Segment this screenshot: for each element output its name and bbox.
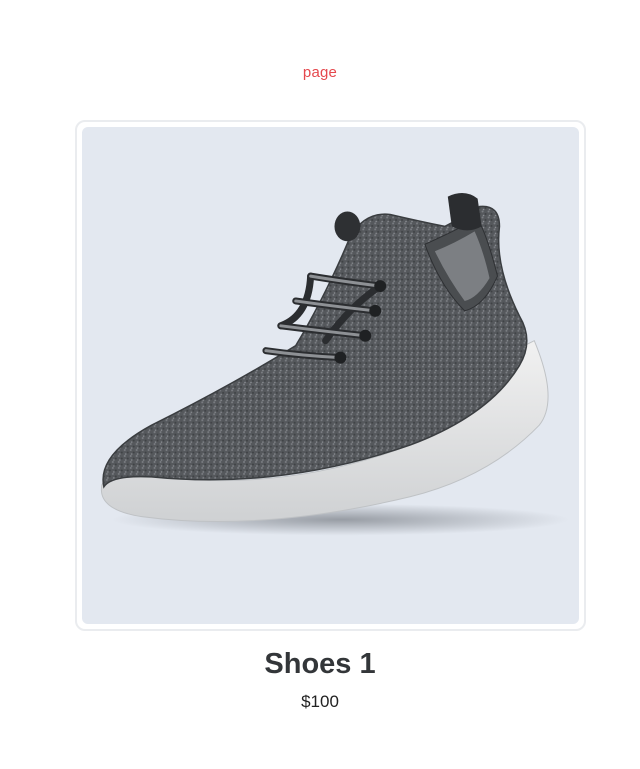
page-root: page Shoes 1 $100 <box>0 0 640 769</box>
product-image[interactable] <box>82 127 579 624</box>
page-label: page <box>302 64 338 81</box>
sneaker-image-icon <box>100 193 570 536</box>
product-price: $100 <box>301 692 339 711</box>
product-card[interactable] <box>75 120 586 631</box>
product-name[interactable]: Shoes 1 <box>0 648 640 681</box>
